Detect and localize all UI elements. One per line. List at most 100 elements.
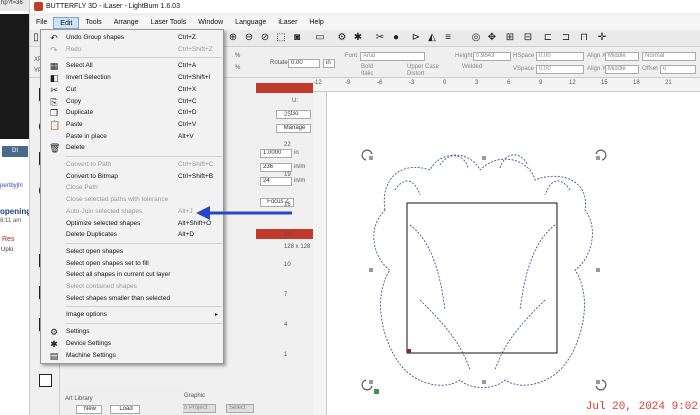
camera-icon[interactable]: ◙: [291, 32, 303, 44]
target-icon[interactable]: ◎: [470, 32, 482, 44]
new-library-button[interactable]: New: [76, 405, 102, 414]
user-icon[interactable]: ●: [390, 32, 402, 44]
gear-icon[interactable]: ⚙: [336, 32, 348, 44]
font-select[interactable]: Arial: [360, 52, 425, 61]
edit-menu-item[interactable]: ▦ Select All Ctrl+A: [41, 60, 223, 72]
menu-item-label: Paste in place: [66, 132, 107, 140]
edit-menu-item[interactable]: Convert to Path Ctrl+Shift+C: [41, 159, 223, 171]
align-x-select[interactable]: Middle: [605, 52, 639, 61]
menu-item-shortcut: Ctrl+Shift+Z: [178, 45, 213, 53]
edit-menu-item[interactable]: 🗑 Delete: [41, 142, 223, 154]
edit-menu-item[interactable]: ▤ Machine Settings: [41, 350, 223, 362]
delete-icon: 🗑: [49, 143, 61, 154]
edit-menu-item[interactable]: Close Path: [41, 182, 223, 194]
compass-icon[interactable]: ✥: [486, 32, 498, 44]
unit-button[interactable]: in: [323, 59, 335, 68]
menu-item-label: Duplicate: [66, 109, 94, 117]
load-library-button[interactable]: Load: [110, 405, 140, 414]
edit-menu-item[interactable]: Select contained shapes: [41, 281, 223, 293]
menu-item-label: Auto-Join selected shapes: [66, 207, 143, 215]
menu-item-shortcut: Ctrl+A: [178, 62, 197, 70]
height-input[interactable]: 0.9843: [473, 52, 511, 61]
edit-menu-item[interactable]: ⚙ Settings: [41, 326, 223, 338]
menu-help[interactable]: Help: [303, 17, 329, 29]
scissors-icon[interactable]: ✂: [374, 32, 386, 44]
align-left-icon[interactable]: ⊏: [542, 32, 554, 44]
mirror-icon[interactable]: ◭: [426, 32, 438, 44]
menu-item-shortcut: Alt+V: [178, 132, 194, 140]
menu-item-label: Select contained shapes: [66, 283, 137, 290]
browser-red-text: Res: [2, 236, 15, 243]
distribute-icon[interactable]: ⊞: [504, 32, 516, 44]
zoom-fit-icon[interactable]: ⊘: [259, 32, 271, 44]
align-right-icon[interactable]: ⊓: [578, 32, 590, 44]
edit-menu-item[interactable]: Auto-Join selected shapes Alt+J: [41, 206, 223, 218]
menu-language[interactable]: Language: [229, 17, 272, 29]
star-icon[interactable]: ✱: [352, 32, 364, 44]
menu-tools[interactable]: Tools: [79, 17, 107, 29]
zoom-in-icon[interactable]: ⊕: [227, 32, 239, 44]
edit-menu-item[interactable]: ⎘ Copy Ctrl+C: [41, 96, 223, 108]
edit-menu-item[interactable]: ↶ Undo Group shapes Ctrl+Z: [41, 32, 223, 44]
workspace-canvas[interactable]: [313, 78, 700, 415]
welded-checkbox[interactable]: Welded: [462, 64, 482, 70]
pentagon-tool-icon[interactable]: [39, 374, 52, 387]
edit-menu-item[interactable]: ◧ Invert Selection Ctrl+Shift+I: [41, 72, 223, 84]
edit-menu-item[interactable]: Convert to Bitmap Ctrl+Shift+B: [41, 171, 223, 183]
align-y-select[interactable]: Middle: [605, 65, 639, 74]
edit-menu-item[interactable]: Close selected paths with tolerance: [41, 194, 223, 206]
edit-menu-item[interactable]: Select all shapes in current cut layer: [41, 269, 223, 281]
upper-case-checkbox[interactable]: Upper Case: [407, 64, 439, 70]
align-center-icon[interactable]: ⊐: [560, 32, 572, 44]
flip-icon[interactable]: ⊳: [410, 32, 422, 44]
edit-menu-item[interactable]: 📋 Paste Ctrl+V: [41, 119, 223, 131]
group-icon[interactable]: ⊟: [522, 32, 534, 44]
menu-item-shortcut: Alt+J: [178, 207, 193, 215]
vspace-input[interactable]: 0.00: [536, 65, 584, 74]
edit-menu-item[interactable]: ✱ Device Settings: [41, 338, 223, 350]
edit-menu-item[interactable]: Image options ▸: [41, 309, 223, 321]
italic-checkbox[interactable]: Italic: [361, 71, 373, 77]
hspace-input[interactable]: 0.00: [536, 52, 584, 61]
offset-input[interactable]: 0: [660, 65, 696, 74]
zoom-frame-icon[interactable]: ⬚: [275, 32, 287, 44]
ruler-tick: 15: [601, 80, 608, 86]
edit-menu-item[interactable]: Select open shapes: [41, 246, 223, 258]
menu-item-label: Close selected paths with tolerance: [66, 196, 169, 204]
crosshair-icon[interactable]: ✛: [596, 32, 608, 44]
rotate-input[interactable]: 0.00: [288, 59, 320, 68]
edit-menu-item[interactable]: Optimize selected shapes Alt+Shift+O: [41, 218, 223, 230]
menu-separator: [66, 57, 222, 59]
edit-menu-item[interactable]: Select shapes smaller than selected: [41, 293, 223, 305]
menu-item-label: Convert to Path: [66, 161, 112, 168]
menu-window[interactable]: Window: [192, 17, 229, 29]
monitor-icon[interactable]: ▭: [314, 32, 326, 44]
select-button[interactable]: Select: [226, 404, 254, 413]
menu-ilaser[interactable]: iLaser: [272, 17, 303, 29]
menu-arrange[interactable]: Arrange: [108, 17, 145, 29]
menu-edit[interactable]: Edit: [53, 17, 80, 29]
edit-menu-item[interactable]: ✂ Cut Ctrl+X: [41, 84, 223, 96]
browser-link[interactable]: pertbyjhl: [0, 183, 23, 189]
edit-menu-item[interactable]: Delete Duplicates Alt+D: [41, 229, 223, 241]
art-library-label: Art Library: [65, 396, 93, 402]
edit-menu-item[interactable]: ❐ Duplicate Ctrl+D: [41, 107, 223, 119]
bold-checkbox[interactable]: Bold: [361, 64, 373, 70]
zoom-out-icon[interactable]: ⊖: [243, 32, 255, 44]
align-icon[interactable]: ≡: [442, 32, 454, 44]
edit-menu-item[interactable]: ↷ Redo Ctrl+Shift+Z: [41, 44, 223, 56]
window-title: BUTTERFLY 3D - iLaser - LightBurn 1.6.03: [46, 3, 180, 10]
ruler-tick: 6: [507, 80, 511, 86]
edit-menu-item[interactable]: Paste in place Alt+V: [41, 131, 223, 143]
menu-item-label: Select all shapes in current cut layer: [66, 271, 171, 279]
menu-laser-tools[interactable]: Laser Tools: [145, 17, 193, 29]
distort-checkbox[interactable]: Distort: [407, 71, 424, 77]
edit-menu-item[interactable]: Select open shapes set to fill: [41, 258, 223, 270]
browser-button[interactable]: DI: [2, 146, 28, 157]
ruler-top-labels: -12 -9 -6 -3 0 3 6 9 12 15 18 21: [283, 78, 700, 92]
redo-icon: ↷: [50, 44, 58, 55]
background-browser-window: hp?t=36 DI pertbyjhl opening 8:11 am Res…: [0, 0, 30, 415]
text-mode-select[interactable]: Normal: [642, 52, 696, 61]
menu-item-shortcut: Ctrl+X: [178, 85, 197, 93]
menu-file[interactable]: File: [30, 17, 53, 29]
